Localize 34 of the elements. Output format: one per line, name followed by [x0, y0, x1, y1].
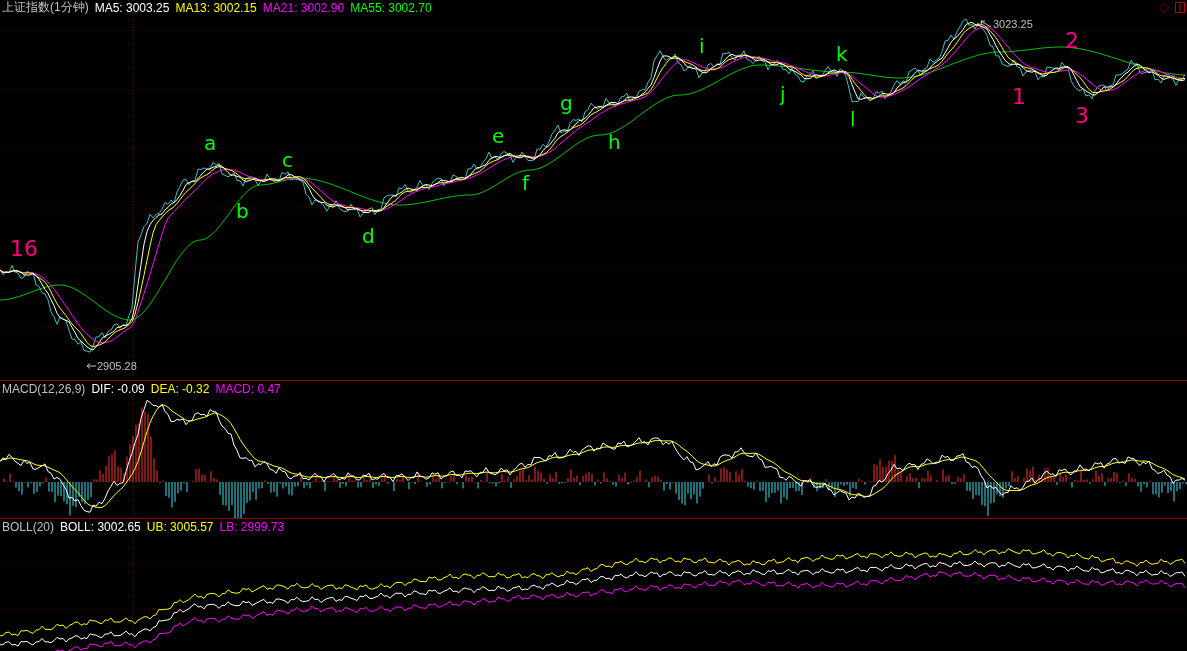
- chart-annotation: f: [522, 173, 530, 193]
- chart-annotation: e: [492, 126, 505, 146]
- panel-title: 上证指数(1分钟): [2, 0, 89, 16]
- chart-annotation: i: [699, 36, 705, 56]
- panel-title: BOLL(20): [2, 519, 55, 534]
- panel-title: MACD(12,26,9): [2, 381, 86, 396]
- chart-annotation: 1: [1012, 86, 1026, 108]
- chart-annotation: 2: [1065, 30, 1079, 52]
- indicator-value: MA5: 3003.25: [94, 0, 170, 15]
- chart-annotation: j: [780, 84, 786, 104]
- chart-annotation: k: [836, 44, 848, 64]
- chart-annotation: 3: [1075, 105, 1089, 127]
- indicator-value: LB: 2999.73: [219, 519, 285, 534]
- chart-annotation: a: [204, 133, 217, 153]
- chart-annotation: h: [608, 132, 621, 152]
- chart-annotation: b: [236, 201, 249, 221]
- indicator-value: UB: 3005.57: [146, 519, 214, 534]
- window-layout-icon[interactable]: [1175, 2, 1185, 13]
- indicator-value: MA55: 3002.70: [350, 0, 432, 15]
- chart-annotation: g: [560, 93, 573, 113]
- indicator-value: DEA: -0.32: [150, 381, 210, 396]
- chart-annotation: l: [850, 109, 856, 129]
- arrow-icon: [980, 20, 992, 28]
- chart-annotation: c: [282, 150, 293, 170]
- indicator-value: DIF: -0.09: [91, 381, 145, 396]
- indicator-value: MACD: 0.47: [215, 381, 281, 396]
- indicator-value: BOLL: 3002.65: [60, 519, 141, 534]
- chart-annotation: 16: [10, 238, 38, 260]
- indicator-value: MA13: 3002.15: [175, 0, 257, 15]
- indicator-value: MA21: 3002.90: [262, 0, 345, 15]
- chart-annotation: d: [362, 226, 375, 246]
- low-price-label: 2905.28: [97, 360, 137, 372]
- high-price-label: 3023.25: [993, 18, 1033, 30]
- arrow-icon: [86, 363, 96, 369]
